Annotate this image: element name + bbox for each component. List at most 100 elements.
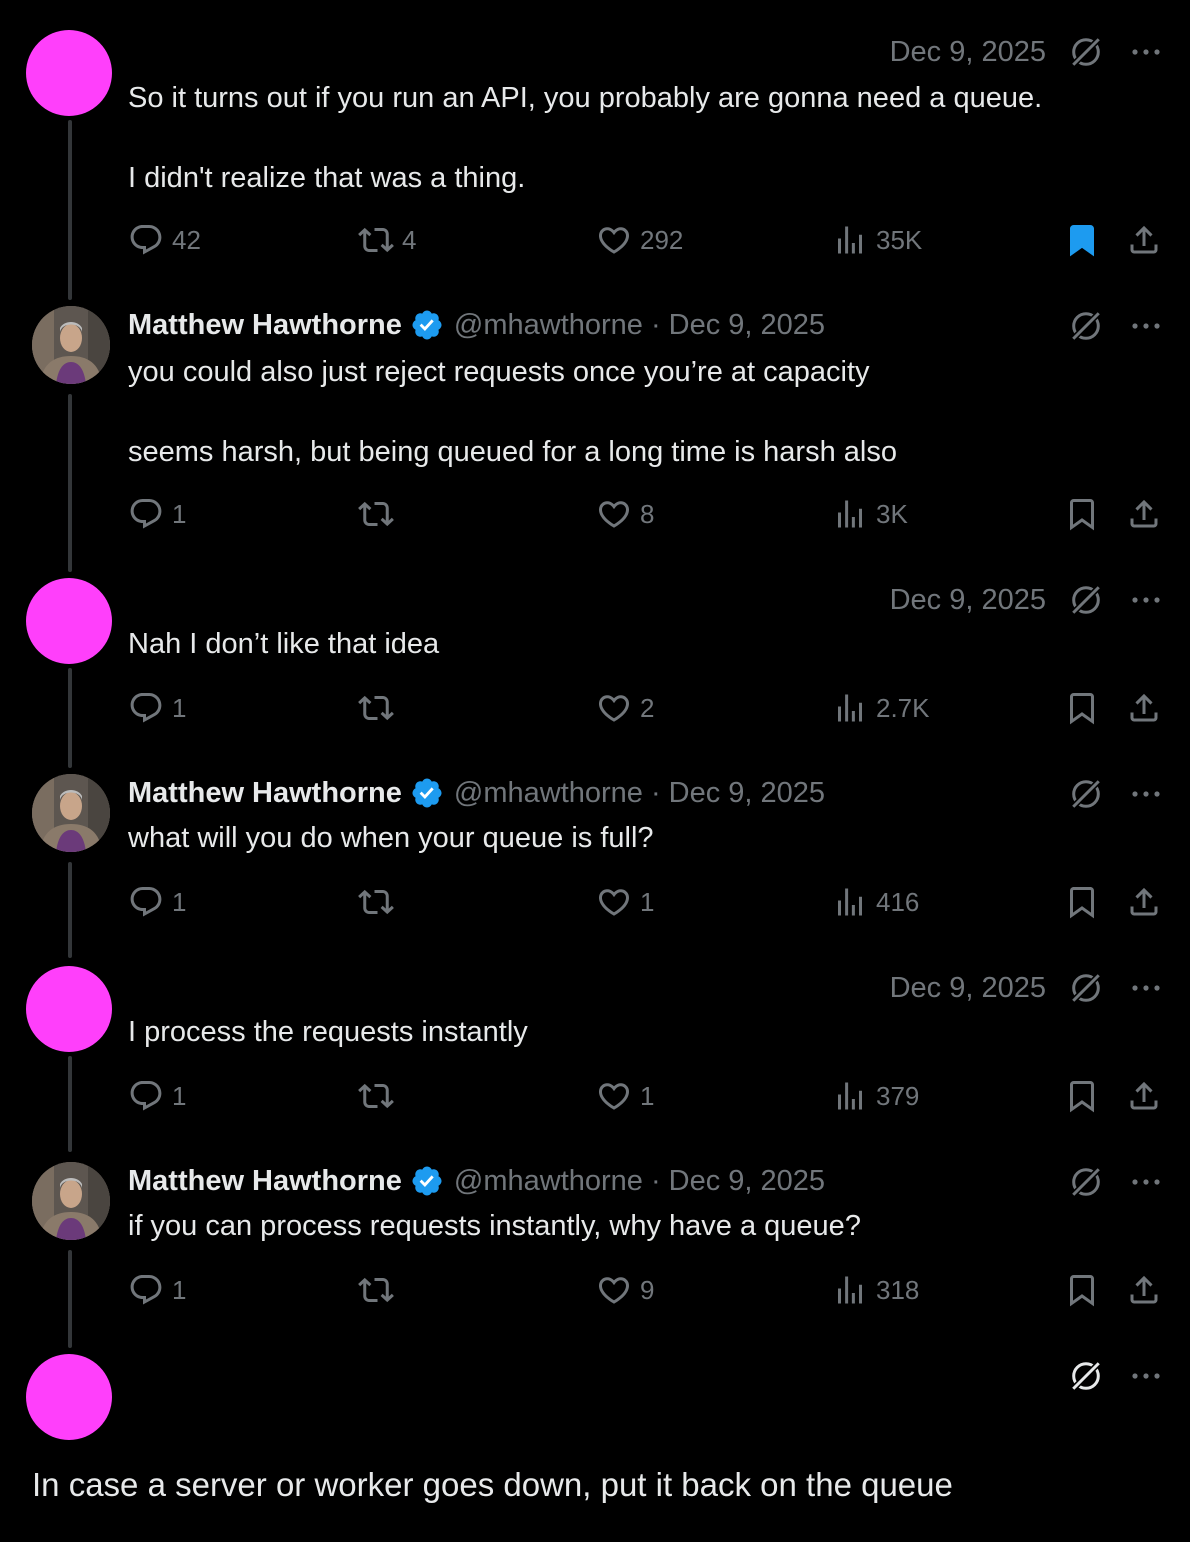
- retweet-icon: [358, 222, 394, 258]
- avatar[interactable]: [32, 1162, 110, 1240]
- avatar[interactable]: [32, 774, 110, 852]
- more-icon[interactable]: [1130, 47, 1162, 57]
- like-button[interactable]: 2: [596, 688, 654, 728]
- more-icon[interactable]: [1130, 321, 1162, 331]
- views-button[interactable]: 318: [832, 1270, 919, 1310]
- reply-icon: [128, 496, 164, 532]
- views-count: 379: [876, 1080, 920, 1111]
- tweet[interactable]: Dec 9, 2025 I process the requests insta…: [0, 958, 1190, 1152]
- reply-icon: [128, 884, 164, 920]
- author-name[interactable]: Matthew Hawthorne: [128, 777, 402, 810]
- views-icon: [832, 1078, 868, 1114]
- author-name[interactable]: Matthew Hawthorne: [128, 1165, 402, 1198]
- more-icon[interactable]: [1130, 1371, 1162, 1381]
- tweet-date[interactable]: Dec 9, 2025: [890, 584, 1046, 617]
- tweet-actions: 1 8 3K: [128, 494, 1168, 534]
- focused-reply[interactable]: [0, 1346, 1190, 1542]
- retweet-button[interactable]: [358, 882, 402, 922]
- more-icon[interactable]: [1130, 1177, 1162, 1187]
- grok-icon[interactable]: [1068, 1358, 1104, 1394]
- tweet-date[interactable]: Dec 9, 2025: [890, 36, 1046, 69]
- views-icon: [832, 496, 868, 532]
- reply-count: 1: [172, 692, 187, 723]
- tweet-top-right: Dec 9, 2025: [890, 970, 1162, 1006]
- retweet-button[interactable]: [358, 688, 402, 728]
- like-button[interactable]: 1: [596, 882, 654, 922]
- more-icon[interactable]: [1130, 789, 1162, 799]
- grok-icon[interactable]: [1068, 970, 1104, 1006]
- more-icon[interactable]: [1130, 595, 1162, 605]
- views-button[interactable]: 2.7K: [832, 688, 930, 728]
- tweet-actions: 1 1 379: [128, 1076, 1168, 1116]
- tweet-text: what will you do when your queue is full…: [128, 822, 654, 854]
- views-count: 318: [876, 1274, 920, 1305]
- author-name[interactable]: Matthew Hawthorne: [128, 309, 402, 342]
- bookmark-button[interactable]: [1064, 688, 1100, 728]
- retweet-button[interactable]: [358, 1270, 402, 1310]
- tweet-date[interactable]: Dec 9, 2025: [890, 972, 1046, 1005]
- author-handle[interactable]: @mhawthorne: [454, 1165, 643, 1198]
- author-handle[interactable]: @mhawthorne: [454, 309, 643, 342]
- tweet[interactable]: Dec 9, 2025 Nah I don’t like that idea 1…: [0, 570, 1190, 764]
- share-button[interactable]: [1126, 1076, 1162, 1116]
- bookmark-icon: [1064, 690, 1100, 726]
- share-button[interactable]: [1126, 494, 1162, 534]
- avatar-photo: [32, 1162, 110, 1240]
- avatar[interactable]: [26, 578, 112, 664]
- views-button[interactable]: 416: [832, 882, 919, 922]
- bookmark-button[interactable]: [1064, 1076, 1100, 1116]
- bookmark-button[interactable]: [1064, 494, 1100, 534]
- bookmark-button[interactable]: [1064, 220, 1100, 260]
- reply-button[interactable]: 1: [128, 882, 186, 922]
- reply-button[interactable]: 1: [128, 688, 186, 728]
- grok-icon[interactable]: [1068, 776, 1104, 812]
- bookmark-button[interactable]: [1064, 882, 1100, 922]
- share-button[interactable]: [1126, 882, 1162, 922]
- avatar[interactable]: [26, 30, 112, 116]
- retweet-button[interactable]: [358, 494, 402, 534]
- like-icon: [596, 496, 632, 532]
- like-count: 8: [640, 498, 655, 529]
- tweet-actions: 1 9 318: [128, 1270, 1168, 1310]
- author-handle[interactable]: @mhawthorne: [454, 777, 643, 810]
- like-button[interactable]: 1: [596, 1076, 654, 1116]
- grok-icon[interactable]: [1068, 34, 1104, 70]
- share-button[interactable]: [1126, 1270, 1162, 1310]
- retweet-button[interactable]: [358, 1076, 402, 1116]
- avatar-photo: [32, 306, 110, 384]
- views-button[interactable]: 35K: [832, 220, 922, 260]
- share-button[interactable]: [1126, 220, 1162, 260]
- bookmark-button[interactable]: [1064, 1270, 1100, 1310]
- grok-icon[interactable]: [1068, 582, 1104, 618]
- tweet-actions: 42 4 292 35K: [128, 220, 1168, 260]
- tweet-top-right: Dec 9, 2025: [890, 34, 1162, 70]
- like-button[interactable]: 292: [596, 220, 683, 260]
- tweet-date[interactable]: · Dec 9, 2025: [651, 1165, 825, 1198]
- tweet-date[interactable]: · Dec 9, 2025: [651, 309, 825, 342]
- views-button[interactable]: 379: [832, 1076, 919, 1116]
- retweet-icon: [358, 690, 394, 726]
- reply-button[interactable]: 1: [128, 494, 186, 534]
- reply-button[interactable]: 1: [128, 1076, 186, 1116]
- avatar[interactable]: [32, 306, 110, 384]
- retweet-icon: [358, 1272, 394, 1308]
- grok-icon[interactable]: [1068, 308, 1104, 344]
- views-button[interactable]: 3K: [832, 494, 908, 534]
- share-button[interactable]: [1126, 688, 1162, 728]
- like-button[interactable]: 9: [596, 1270, 654, 1310]
- tweet-date[interactable]: · Dec 9, 2025: [651, 777, 825, 810]
- tweet[interactable]: Matthew Hawthorne @mhawthorne · Dec 9, 2…: [0, 300, 1190, 570]
- tweet[interactable]: Matthew Hawthorne @mhawthorne · Dec 9, 2…: [0, 768, 1190, 958]
- tweet[interactable]: Matthew Hawthorne @mhawthorne · Dec 9, 2…: [0, 1156, 1190, 1346]
- retweet-button[interactable]: 4: [358, 220, 416, 260]
- grok-icon[interactable]: [1068, 1164, 1104, 1200]
- verified-icon: [410, 308, 444, 342]
- avatar[interactable]: [26, 1354, 112, 1440]
- avatar[interactable]: [26, 966, 112, 1052]
- more-icon[interactable]: [1130, 983, 1162, 993]
- verified-icon: [410, 1164, 444, 1198]
- tweet[interactable]: Dec 9, 2025 So it turns out if you run a…: [0, 0, 1190, 290]
- reply-button[interactable]: 1: [128, 1270, 186, 1310]
- reply-button[interactable]: 42: [128, 220, 201, 260]
- like-button[interactable]: 8: [596, 494, 654, 534]
